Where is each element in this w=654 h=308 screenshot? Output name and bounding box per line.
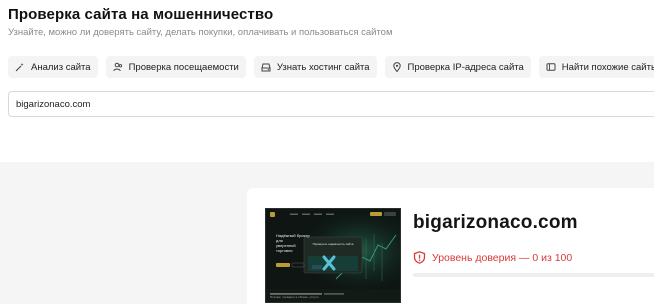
tab-label: Анализ сайта <box>31 61 91 73</box>
page-header: Проверка сайта на мошенничество Узнайте,… <box>8 4 654 39</box>
page-subtitle: Узнайте, можно ли доверять сайту, делать… <box>8 27 393 38</box>
tab-label: Найти похожие сайты <box>561 61 654 73</box>
server-icon <box>261 62 271 72</box>
tab-label: Проверка IP-адреса сайта <box>407 61 524 73</box>
shield-warning-icon <box>413 251 426 264</box>
tab-similar-sites[interactable]: Найти похожие сайты <box>538 56 654 78</box>
tab-hosting-lookup[interactable]: Узнать хостинг сайта <box>253 56 377 78</box>
tool-tabs: Анализ сайта Проверка посещаемости Узнат… <box>8 56 654 78</box>
preview-headline-line: торговли <box>276 248 293 253</box>
tab-ip-check[interactable]: Проверка IP-адреса сайта <box>384 56 531 78</box>
users-icon <box>112 62 123 72</box>
tab-site-analysis[interactable]: Анализ сайта <box>8 56 98 78</box>
preview-footer-text: Платёж, трейдинг в облаке, услуги <box>270 295 319 299</box>
tab-label: Проверка посещаемости <box>128 61 239 73</box>
trust-level-text: Уровень доверия — 0 из 100 <box>432 251 573 264</box>
trust-progress-bar <box>413 273 654 277</box>
location-pin-icon <box>392 62 402 72</box>
window-icon <box>546 62 556 72</box>
wand-icon <box>15 62 25 72</box>
site-result-card: Надёжный брокер для уверенной торговли П… <box>247 188 654 308</box>
site-search-field[interactable] <box>8 91 654 117</box>
tab-label: Узнать хостинг сайта <box>276 61 370 73</box>
preview-popup-text: Проверьте надёжность сайта <box>312 242 354 246</box>
tab-traffic-check[interactable]: Проверка посещаемости <box>105 56 246 78</box>
site-url-input[interactable] <box>16 98 635 110</box>
site-screenshot-preview: Надёжный брокер для уверенной торговли П… <box>265 208 401 303</box>
result-site-name: bigarizonaco.com <box>413 212 578 233</box>
trust-level: Уровень доверия — 0 из 100 <box>413 251 572 264</box>
page-title: Проверка сайта на мошенничество <box>8 6 274 23</box>
